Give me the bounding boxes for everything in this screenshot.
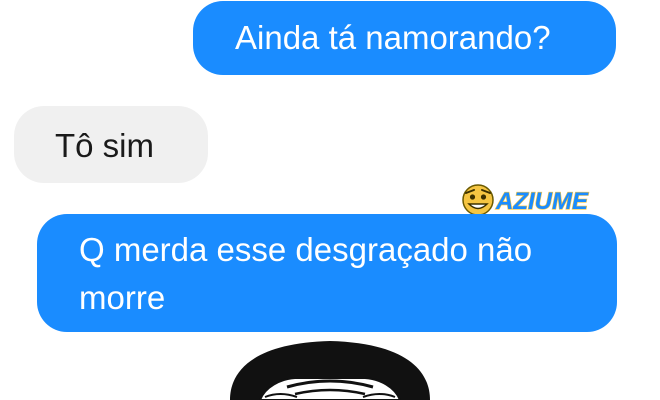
aziume-watermark-logo: AZIUME	[462, 184, 590, 216]
watermark-text: AZIUME	[495, 188, 589, 215]
meme-face-icon	[230, 341, 430, 400]
outgoing-message-bubble[interactable]: Q merda esse desgraçado não morre	[37, 214, 617, 332]
outgoing-message-bubble[interactable]: Ainda tá namorando?	[193, 1, 616, 75]
message-text: Ainda tá namorando?	[235, 19, 551, 56]
incoming-message-bubble[interactable]: Tô sim	[14, 106, 208, 183]
message-text: Tô sim	[55, 127, 154, 164]
message-text: Q merda esse desgraçado não morre	[79, 231, 533, 316]
